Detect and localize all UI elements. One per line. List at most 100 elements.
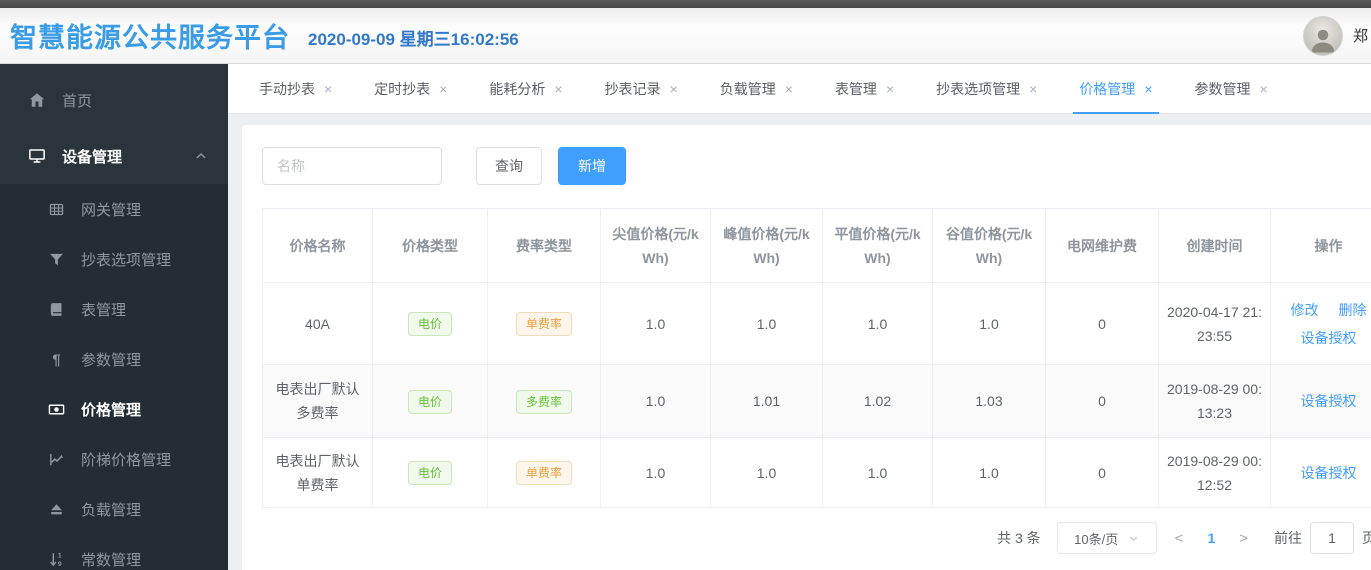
sidebar-submenu: 网关管理 抄表选项管理 表管理 ¶ 参数管理 价格管理 阶梯价格管理 负载管理 …	[0, 184, 228, 570]
tab-label: 负载管理	[719, 80, 776, 97]
tab-reading-options-management[interactable]: 抄表选项管理 ×	[915, 64, 1058, 113]
page-size-select[interactable]: 10条/页	[1056, 522, 1157, 554]
next-page-button[interactable]: >	[1233, 530, 1254, 547]
tab-label: 定时抄表	[374, 80, 431, 97]
sidebar-item-constant-management[interactable]: 19 常数管理	[0, 534, 228, 570]
col-rate-type: 费率类型	[487, 208, 601, 283]
page-unit-label: 页	[1362, 530, 1371, 546]
sidebar-item-label: 常数管理	[81, 551, 142, 569]
table-row: 电表出厂默认单费率 电价 单费率 1.0 1.0 1.0 1.0 0 2019-…	[262, 437, 1371, 508]
price-type-badge: 电价	[407, 461, 452, 485]
device-authorize-link[interactable]: 设备授权	[1301, 461, 1357, 485]
tab-close-icon[interactable]: ×	[785, 82, 793, 96]
chart-line-icon	[50, 453, 63, 465]
tab-price-management[interactable]: 价格管理 ×	[1058, 64, 1173, 114]
table-row: 40A 电价 单费率 1.0 1.0 1.0 1.0 0 2020-04-17 …	[262, 282, 1371, 365]
book-icon	[50, 302, 62, 316]
col-actions: 操作	[1270, 208, 1371, 283]
edit-link[interactable]: 修改	[1291, 298, 1319, 322]
table-row: 电表出厂默认多费率 电价 多费率 1.0 1.01 1.02 1.03 0 20…	[262, 364, 1371, 438]
sidebar-item-price-management[interactable]: 价格管理	[0, 384, 228, 434]
tab-label: 表管理	[834, 80, 877, 97]
content-area: 查询 新增 价格名称 价格类	[228, 114, 1371, 570]
tab-close-icon[interactable]: ×	[886, 82, 894, 96]
cell-created: 2020-04-17 21:23:55	[1158, 282, 1271, 365]
tab-energy-analysis[interactable]: 能耗分析 ×	[468, 64, 583, 113]
tab-close-icon[interactable]: ×	[554, 82, 562, 96]
rate-type-badge: 单费率	[515, 312, 572, 336]
col-price-type: 价格类型	[372, 208, 488, 283]
tab-label: 抄表记录	[604, 80, 661, 97]
tab-label: 抄表选项管理	[936, 80, 1021, 97]
page-number[interactable]: 1	[1201, 530, 1221, 546]
tab-load-management[interactable]: 负载管理 ×	[699, 64, 814, 113]
toolbar: 查询 新增	[242, 147, 1371, 185]
cell-valley: 1.0	[932, 282, 1046, 365]
cell-valley: 1.0	[932, 437, 1046, 508]
price-type-badge: 电价	[407, 312, 452, 336]
tab-close-icon[interactable]: ×	[439, 82, 447, 96]
col-sharp-price: 尖值价格(元/kWh)	[600, 208, 711, 283]
search-input[interactable]	[262, 147, 442, 185]
cell-valley: 1.03	[932, 364, 1046, 438]
goto-page-input[interactable]	[1310, 522, 1354, 554]
cell-flat: 1.0	[822, 282, 933, 365]
tab-close-icon[interactable]: ×	[670, 82, 678, 96]
tab-label: 能耗分析	[489, 80, 546, 97]
money-icon	[48, 404, 65, 414]
sidebar-item-home[interactable]: 首页	[0, 72, 228, 128]
numeric-sort-icon: 19	[50, 552, 62, 567]
avatar[interactable]	[1303, 15, 1343, 56]
row-actions: 设备授权	[1279, 389, 1371, 413]
sidebar-item-load-management[interactable]: 负载管理	[0, 484, 228, 534]
row-actions: 修改 删除 设备授权	[1279, 298, 1371, 350]
col-price-name: 价格名称	[262, 208, 373, 283]
add-button[interactable]: 新增	[558, 147, 626, 185]
chevron-down-icon	[1130, 536, 1138, 541]
home-icon	[29, 93, 45, 107]
tab-close-icon[interactable]: ×	[324, 82, 332, 96]
cell-price-name: 电表出厂默认多费率	[262, 364, 373, 438]
price-management-panel: 查询 新增 价格名称 价格类	[242, 125, 1371, 570]
person-icon	[1311, 29, 1335, 52]
sidebar-item-label: 设备管理	[62, 148, 123, 166]
tab-close-icon[interactable]: ×	[1029, 82, 1037, 96]
page-size-value: 10条/页	[1074, 531, 1119, 547]
pagination: 共 3 条 10条/页 < 1 > 前往 页	[242, 522, 1371, 554]
tab-parameter-management[interactable]: 参数管理 ×	[1174, 64, 1289, 113]
sidebar-item-gateway-management[interactable]: 网关管理	[0, 184, 228, 234]
cell-price-name: 40A	[262, 282, 373, 365]
sidebar-item-label: 负载管理	[81, 501, 142, 519]
tab-manual-reading[interactable]: 手动抄表 ×	[238, 64, 353, 113]
delete-link[interactable]: 删除	[1339, 298, 1367, 322]
tab-close-icon[interactable]: ×	[1260, 82, 1268, 96]
col-peak-price: 峰值价格(元/kWh)	[710, 208, 823, 283]
query-button[interactable]: 查询	[476, 147, 542, 185]
sidebar-item-reading-options-management[interactable]: 抄表选项管理	[0, 234, 228, 284]
cell-peak: 1.0	[710, 437, 823, 508]
device-authorize-link[interactable]: 设备授权	[1301, 389, 1357, 413]
user-area[interactable]: 郑	[1303, 15, 1371, 56]
grid-icon	[49, 203, 64, 215]
col-valley-price: 谷值价格(元/kWh)	[932, 208, 1046, 283]
cell-flat: 1.0	[822, 437, 933, 508]
sidebar-item-label: 阶梯价格管理	[81, 451, 172, 469]
tab-reading-records[interactable]: 抄表记录 ×	[584, 64, 699, 113]
sidebar-item-label: 抄表选项管理	[81, 251, 172, 269]
device-authorize-link[interactable]: 设备授权	[1301, 326, 1357, 350]
sidebar-item-meter-management[interactable]: 表管理	[0, 284, 228, 334]
sidebar-item-device-management[interactable]: 设备管理	[0, 128, 228, 184]
total-count: 共 3 条	[997, 530, 1041, 546]
pilcrow-icon: ¶	[52, 352, 60, 368]
tab-meter-management[interactable]: 表管理 ×	[814, 64, 915, 113]
prev-page-button[interactable]: <	[1169, 530, 1190, 547]
tab-label: 手动抄表	[259, 80, 315, 97]
price-type-badge: 电价	[407, 389, 452, 414]
price-table: 价格名称 价格类型 费率类型 尖值价格(元/kWh) 峰值价格(元/kWh) 平…	[262, 208, 1371, 508]
sidebar-item-tiered-price-management[interactable]: 阶梯价格管理	[0, 434, 228, 484]
col-created: 创建时间	[1158, 208, 1271, 283]
tab-scheduled-reading[interactable]: 定时抄表 ×	[353, 64, 468, 113]
sidebar-item-parameter-management[interactable]: ¶ 参数管理	[0, 334, 228, 384]
app-header: 智慧能源公共服务平台 2020-09-09 星期三16:02:56 郑	[0, 8, 1371, 64]
tab-close-icon[interactable]: ×	[1144, 82, 1152, 96]
